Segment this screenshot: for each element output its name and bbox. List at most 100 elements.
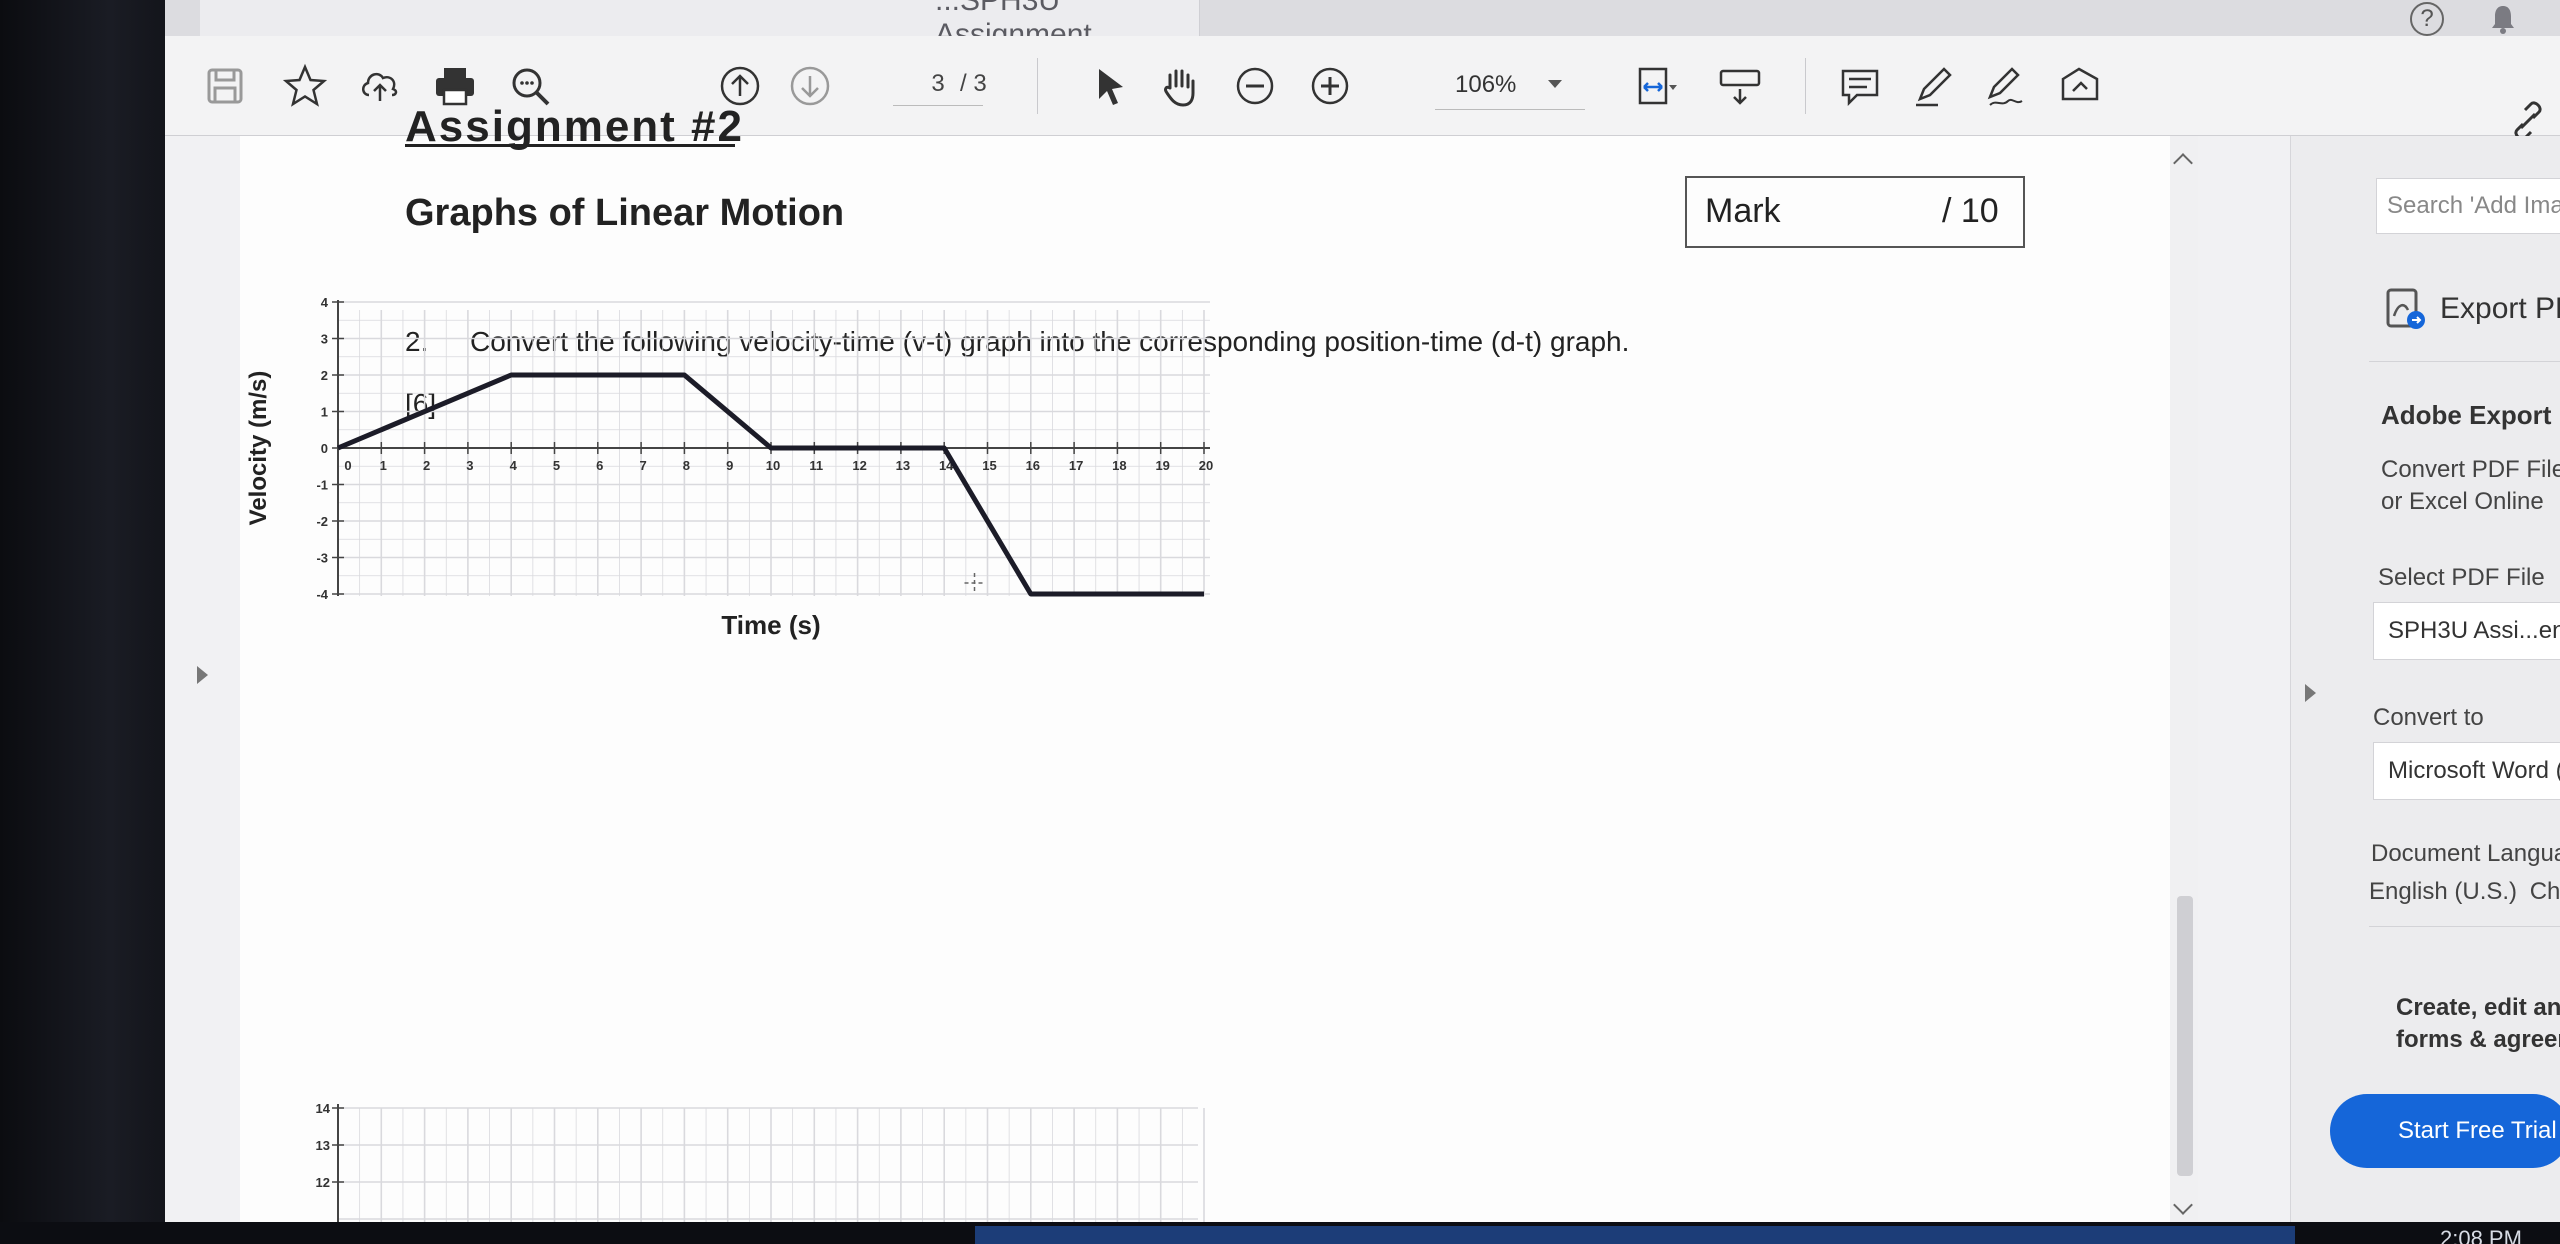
export-description-line2: or Excel Online bbox=[2381, 488, 2544, 515]
next-page-button[interactable] bbox=[780, 36, 840, 136]
right-pane-toggle-icon[interactable] bbox=[2305, 684, 2316, 702]
hand-tool-button[interactable] bbox=[1150, 36, 1210, 136]
y-tick-label: 12 bbox=[316, 1175, 330, 1190]
select-arrow-icon bbox=[1099, 69, 1123, 105]
promo-line1: Create, edit and sign bbox=[2396, 994, 2560, 1021]
title-bar: ...SPH3U Assignment... ? bbox=[165, 0, 2560, 51]
taskbar bbox=[975, 1226, 2295, 1244]
x-tick-label: 13 bbox=[896, 458, 910, 473]
zoom-in-button[interactable] bbox=[1300, 36, 1360, 136]
y-axis-label: Velocity (m/s) bbox=[245, 371, 272, 526]
fit-page-icon bbox=[1638, 67, 1677, 105]
x-tick-label: 8 bbox=[683, 458, 690, 473]
page-total: / 3 bbox=[960, 70, 987, 97]
export-pdf-tool[interactable]: Export PDF bbox=[2386, 288, 2560, 330]
zoom-in-icon bbox=[1311, 67, 1349, 105]
keyboard-icon bbox=[1719, 69, 1761, 105]
convert-format-select[interactable]: Microsoft Word (*.docx) bbox=[2373, 742, 2560, 800]
x-tick-label: 19 bbox=[1155, 458, 1169, 473]
acrobat-window: ...SPH3U Assignment... ? 3 / 3 106% Assi… bbox=[165, 0, 2560, 1224]
pane-divider bbox=[2369, 926, 2560, 927]
select-tool-button[interactable] bbox=[1080, 36, 1140, 136]
velocity-time-chart: 43210-1-2-3-40 1 2 3 4 5 6 7 8 9 10 11 12 13 14 15 16 17 1… bbox=[245, 295, 1213, 1224]
export-pdf-icon bbox=[2386, 288, 2425, 329]
highlight-button[interactable] bbox=[1903, 36, 1963, 136]
x-tick-label: 4 bbox=[510, 458, 518, 473]
y-tick-label: -3 bbox=[316, 551, 328, 566]
start-free-trial-button[interactable]: Start Free Trial bbox=[2330, 1094, 2560, 1168]
pen-icon bbox=[1916, 67, 1952, 107]
y-tick-label: -1 bbox=[316, 478, 328, 493]
sign-button[interactable] bbox=[1970, 36, 2040, 136]
x-tick-label: 17 bbox=[1069, 458, 1083, 473]
toolbar-divider bbox=[1805, 58, 1806, 114]
x-tick-label: 3 bbox=[466, 458, 473, 473]
keyboard-button[interactable] bbox=[1710, 36, 1770, 136]
y-tick-label: 2 bbox=[321, 368, 328, 383]
y-tick-label: 3 bbox=[321, 332, 328, 347]
pdf-page: Assignment #2 Graphs of Linear Motion Ma… bbox=[240, 102, 2170, 1224]
sign-icon bbox=[1987, 67, 2023, 106]
language-label: Document Language: bbox=[2371, 840, 2560, 867]
x-axis-label: Time (s) bbox=[721, 610, 820, 640]
upload-icon bbox=[362, 72, 398, 101]
x-tick-label: 2 bbox=[423, 458, 430, 473]
left-pane-toggle-icon[interactable] bbox=[197, 666, 208, 684]
x-tick-label: 12 bbox=[852, 458, 866, 473]
fill-sign-icon bbox=[2061, 67, 2099, 101]
bell-icon[interactable] bbox=[2490, 4, 2516, 34]
hand-icon bbox=[1164, 69, 1195, 107]
x-tick-label: 0 bbox=[344, 458, 351, 473]
document-tab[interactable]: ...SPH3U Assignment... bbox=[200, 0, 1200, 51]
bookmark-button[interactable] bbox=[275, 36, 335, 136]
taskbar-clock: 2:08 PM bbox=[2440, 1226, 2522, 1244]
page-down-icon bbox=[790, 66, 830, 106]
upload-button[interactable] bbox=[350, 36, 410, 136]
x-tick-label: 10 bbox=[766, 458, 780, 473]
zoom-out-button[interactable] bbox=[1225, 36, 1285, 136]
help-icon[interactable]: ? bbox=[2410, 2, 2444, 36]
x-tick-label: 1 bbox=[380, 458, 387, 473]
save-button[interactable] bbox=[195, 36, 255, 136]
tools-search-input[interactable]: Search 'Add Image' bbox=[2376, 178, 2560, 234]
scrollbar-thumb[interactable] bbox=[2177, 896, 2193, 1176]
comment-button[interactable] bbox=[1830, 36, 1890, 136]
promo-line2: forms & agreements bbox=[2396, 1026, 2560, 1053]
y-tick-label: 13 bbox=[316, 1138, 330, 1153]
y-tick-label: -2 bbox=[316, 514, 328, 529]
language-name: English (U.S.) bbox=[2369, 878, 2518, 905]
chart-area: 4 3 2 1 0 -1 -2 -3 -4 0 1 2 3 4 5 6 7 8 9 10 11 12 13 14 15 16 17 1… bbox=[240, 136, 2170, 1224]
zoom-level-select[interactable]: 106% bbox=[1435, 60, 1585, 110]
selected-file-field[interactable]: SPH3U Assi...ent #2.pdf bbox=[2373, 602, 2560, 660]
x-tick-label: 7 bbox=[639, 458, 646, 473]
x-tick-label: 16 bbox=[1026, 458, 1040, 473]
y-tick-label: 1 bbox=[321, 405, 328, 420]
x-tick-label: 18 bbox=[1112, 458, 1126, 473]
chevron-down-icon[interactable] bbox=[1548, 80, 1562, 88]
x-tick-label: 5 bbox=[553, 458, 560, 473]
x-tick-label: 9 bbox=[726, 458, 733, 473]
star-icon bbox=[282, 63, 328, 107]
right-tools-pane: Search 'Add Image' Export PDF Adobe Expo… bbox=[2290, 136, 2560, 1224]
x-tick-label: 20 bbox=[1199, 458, 1213, 473]
convert-to-label: Convert to bbox=[2373, 704, 2484, 731]
export-heading: Adobe Export PDF bbox=[2381, 400, 2560, 430]
x-tick-label: 11 bbox=[809, 458, 823, 473]
toolbar-divider bbox=[1037, 58, 1038, 114]
page-fit-button[interactable] bbox=[1615, 36, 1695, 136]
y-tick-label: 0 bbox=[321, 441, 328, 456]
comment-icon bbox=[1841, 69, 1879, 107]
document-view[interactable]: Assignment #2 Graphs of Linear Motion Ma… bbox=[165, 102, 2290, 1224]
zoom-out-icon bbox=[1236, 67, 1274, 105]
x-tick-label: 15 bbox=[982, 458, 996, 473]
change-language-link[interactable]: Change bbox=[2530, 878, 2560, 905]
save-icon bbox=[207, 68, 243, 104]
pane-divider bbox=[2369, 361, 2560, 362]
x-tick-label: 6 bbox=[596, 458, 603, 473]
y-tick-label: 14 bbox=[316, 1101, 331, 1116]
fill-sign-button[interactable] bbox=[2045, 36, 2115, 136]
y-tick-label: 4 bbox=[321, 295, 329, 310]
select-file-label: Select PDF File bbox=[2378, 564, 2545, 591]
export-description-line1: Convert PDF Files to Word bbox=[2381, 456, 2560, 483]
export-pdf-label: Export PDF bbox=[2440, 292, 2560, 325]
